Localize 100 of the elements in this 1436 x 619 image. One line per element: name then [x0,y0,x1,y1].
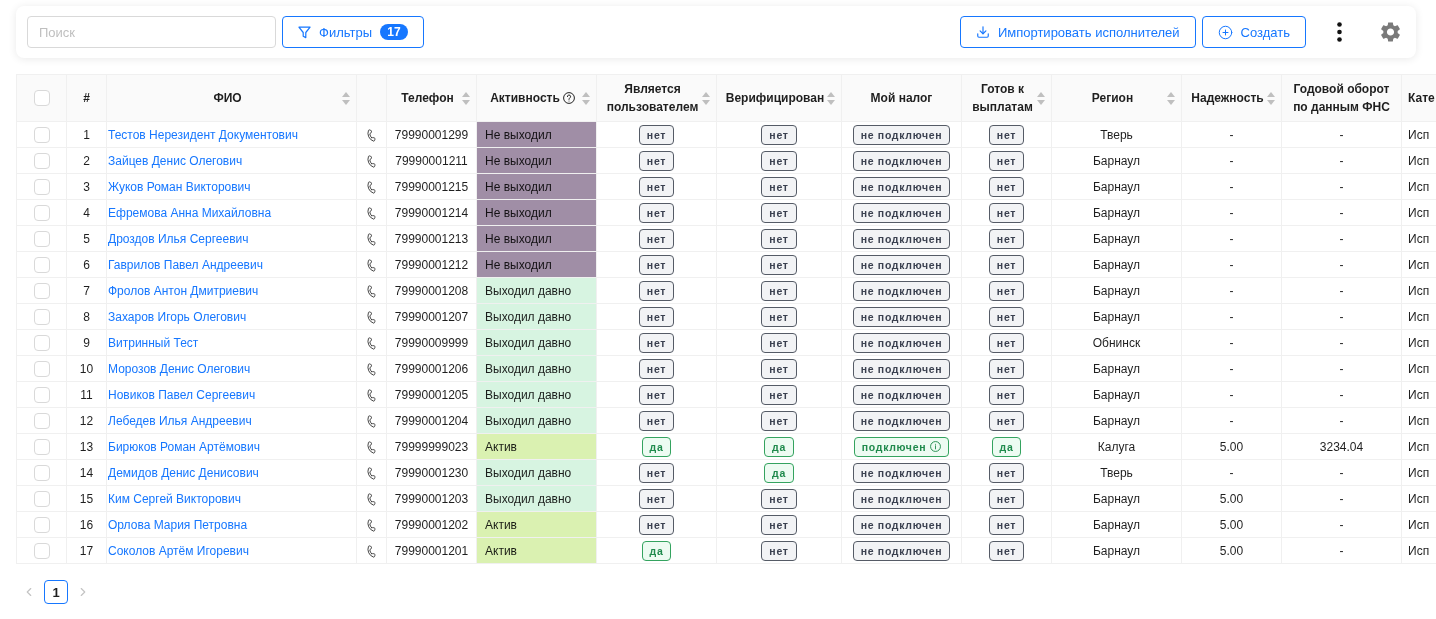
phone-icon[interactable] [364,206,379,221]
phone-icon[interactable] [364,336,379,351]
phone-number: 79990001214 [394,205,469,220]
row-checkbox[interactable] [33,152,50,169]
status-tag: нет [761,488,797,509]
phone-number: 79999999023 [394,439,469,454]
status-tag: не подключен [852,254,951,275]
status-tag: нет [638,150,675,171]
row-checkbox[interactable] [33,412,50,429]
phone-icon[interactable] [364,128,379,143]
phone-icon[interactable] [364,154,379,169]
reliability-value: - [1229,387,1234,402]
phone-icon[interactable] [364,284,379,299]
row-checkbox[interactable] [33,204,50,221]
row-checkbox[interactable] [33,360,50,377]
help-icon[interactable] [562,92,575,104]
phone-icon[interactable] [364,544,379,559]
sort-icon[interactable] [342,91,350,105]
phone-icon[interactable] [364,440,379,455]
status-tag: не подключен [852,410,951,431]
phone-icon[interactable] [364,518,379,533]
sort-icon[interactable] [1267,91,1275,105]
phone-icon[interactable] [364,232,379,247]
phone-icon[interactable] [364,362,379,377]
status-tag: нет [761,358,797,379]
row-checkbox[interactable] [33,256,50,273]
status-tag: не подключен [852,150,951,171]
category-text: Исп [1408,179,1430,194]
reliability-value: - [1229,179,1234,194]
status-tag: не подключен [852,358,951,379]
status-tag: нет [988,228,1025,249]
row-checkbox[interactable] [33,438,50,455]
row-number: 13 [79,439,94,454]
status-tag: не подключен [852,280,951,301]
category-text: Исп [1408,127,1430,142]
sort-icon[interactable] [1037,91,1045,105]
phone-icon[interactable] [364,388,379,403]
row-checkbox[interactable] [33,490,50,507]
reliability-value: - [1229,309,1234,324]
sort-icon[interactable] [462,91,470,105]
import-button[interactable]: Импортировать исполнителей [959,16,1196,48]
row-number: 3 [83,179,90,194]
settings-icon[interactable] [1381,22,1400,42]
row-checkbox[interactable] [33,464,50,481]
status-tag: нет [988,488,1025,509]
phone-icon[interactable] [364,414,379,429]
phone-icon[interactable] [364,492,379,507]
row-checkbox[interactable] [33,282,50,299]
sort-icon[interactable] [582,91,590,105]
region-text: Обнинск [1092,335,1141,350]
status-tag: нет [761,176,797,197]
activity-cell: Актив [476,433,597,460]
turnover-value: - [1339,387,1344,402]
activity-cell: Выходил давно [476,381,597,408]
row-checkbox[interactable] [33,542,50,559]
search-field[interactable]: Поиск [27,16,276,48]
turnover-value: - [1339,517,1344,532]
turnover-value: - [1339,257,1344,272]
info-icon[interactable] [930,441,942,452]
region-text: Барнаул [1092,205,1141,220]
status-text: подключен [861,440,927,453]
category-text: Исп [1408,491,1430,506]
region-text: Барнаул [1092,257,1141,272]
phone-icon[interactable] [364,466,379,481]
row-checkbox[interactable] [33,334,50,351]
sort-icon[interactable] [1167,91,1175,105]
plus-circle-icon [1217,24,1233,40]
page-button[interactable]: 1 [44,580,68,604]
phone-icon[interactable] [364,310,379,325]
row-checkbox[interactable] [33,516,50,533]
phone-icon[interactable] [364,258,379,273]
column-header: Годовой оборот по данным ФНС [1292,81,1391,116]
sort-icon[interactable] [702,91,710,105]
phone-number: 79990001206 [394,361,469,376]
create-button[interactable]: Создать [1201,16,1306,48]
status-tag: нет [638,124,675,145]
row-checkbox[interactable] [33,308,50,325]
reliability-value: - [1229,231,1234,246]
row-checkbox[interactable] [33,386,50,403]
status-tag: нет [638,332,675,353]
sort-icon[interactable] [827,91,835,105]
region-text: Барнаул [1092,361,1141,376]
filter-count: 17 [380,24,408,40]
select-all-checkbox[interactable] [33,90,50,106]
status-tag: не подключен [852,176,951,197]
row-checkbox[interactable] [33,178,50,195]
phone-icon[interactable] [364,180,379,195]
status-tag: не подключен [852,514,951,535]
region-text: Барнаул [1092,491,1141,506]
category-text: Исп [1408,465,1430,480]
row-checkbox[interactable] [33,230,50,247]
filter-button[interactable]: Фильтры 17 [282,16,424,48]
reliability-value: - [1229,361,1234,376]
status-tag: нет [988,514,1025,535]
row-checkbox[interactable] [33,126,50,143]
row-number: 1 [83,127,90,142]
activity-cell: Не выходил [476,225,597,252]
row-number: 7 [83,283,90,298]
turnover-value: - [1339,309,1344,324]
more-icon[interactable] [1337,22,1342,42]
